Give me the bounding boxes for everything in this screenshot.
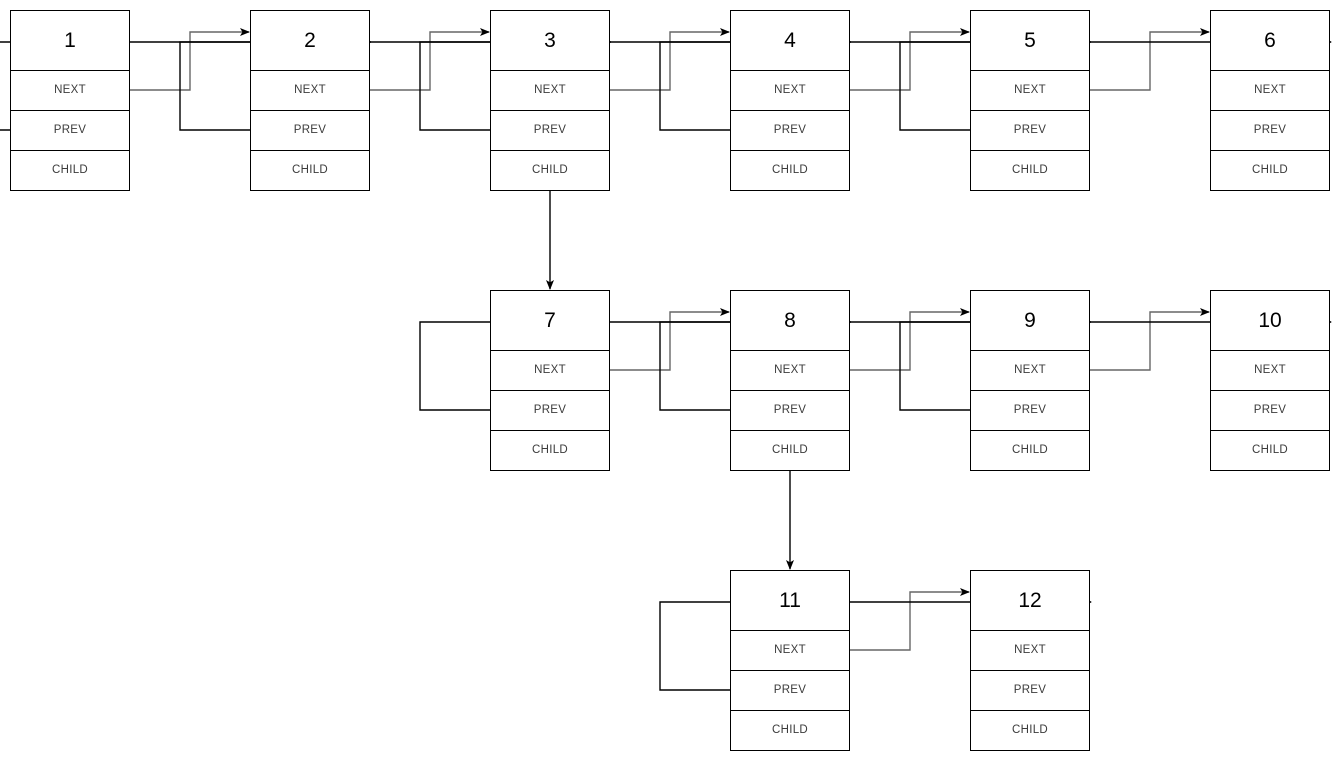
node-field-next: NEXT xyxy=(491,70,609,110)
node-1[interactable]: 1 NEXT PREV CHILD xyxy=(10,10,130,191)
node-field-child: CHILD xyxy=(1211,430,1329,470)
edge-layer xyxy=(0,28,1332,691)
node-2[interactable]: 2 NEXT PREV CHILD xyxy=(250,10,370,191)
node-field-next: NEXT xyxy=(971,630,1089,670)
edge-next-9-to-10 xyxy=(1090,308,1210,371)
node-field-child: CHILD xyxy=(971,430,1089,470)
node-label: 11 xyxy=(779,589,801,612)
node-4[interactable]: 4 NEXT PREV CHILD xyxy=(730,10,850,191)
node-field-child: CHILD xyxy=(971,710,1089,750)
node-field-prev: PREV xyxy=(1211,390,1329,430)
node-field-prev: PREV xyxy=(971,390,1089,430)
node-field-child: CHILD xyxy=(251,150,369,190)
node-field-child: CHILD xyxy=(491,150,609,190)
node-field-next: NEXT xyxy=(971,350,1089,390)
node-field-child: CHILD xyxy=(731,430,849,470)
node-field-next: NEXT xyxy=(731,350,849,390)
node-label: 5 xyxy=(1024,29,1036,52)
node-label: 9 xyxy=(1024,309,1036,332)
node-6[interactable]: 6 NEXT PREV CHILD xyxy=(1210,10,1330,191)
node-field-child: CHILD xyxy=(11,150,129,190)
edge-next-11-to-12 xyxy=(850,588,970,651)
node-field-prev: PREV xyxy=(731,110,849,150)
node-field-child: CHILD xyxy=(731,150,849,190)
node-field-prev: PREV xyxy=(1211,110,1329,150)
edge-next-5-to-6 xyxy=(1090,28,1210,91)
edge-next-2-to-3 xyxy=(370,28,490,91)
node-label: 8 xyxy=(784,309,796,332)
node-5[interactable]: 5 NEXT PREV CHILD xyxy=(970,10,1090,191)
node-field-prev: PREV xyxy=(11,110,129,150)
node-field-child: CHILD xyxy=(1211,150,1329,190)
edge-next-4-to-5 xyxy=(850,28,970,91)
node-field-prev: PREV xyxy=(731,670,849,710)
node-field-child: CHILD xyxy=(491,430,609,470)
node-field-next: NEXT xyxy=(1211,70,1329,110)
node-field-prev: PREV xyxy=(491,110,609,150)
edge-next-1-to-2 xyxy=(130,28,250,91)
edge-next-7-to-8 xyxy=(610,308,730,371)
node-label: 3 xyxy=(544,29,556,52)
edge-next-3-to-4 xyxy=(610,28,730,91)
node-label: 10 xyxy=(1258,309,1282,332)
diagram-canvas: 1 NEXT PREV CHILD 2 NEXT PREV CHILD 3 NEXT PREV CHI… xyxy=(0,0,1341,761)
node-field-prev: PREV xyxy=(971,670,1089,710)
node-field-next: NEXT xyxy=(1211,350,1329,390)
node-label: 12 xyxy=(1018,589,1042,612)
node-field-next: NEXT xyxy=(731,630,849,670)
node-3[interactable]: 3 NEXT PREV CHILD xyxy=(490,10,610,191)
node-label: 4 xyxy=(784,29,796,52)
node-label: 7 xyxy=(544,309,556,332)
node-field-prev: PREV xyxy=(251,110,369,150)
node-9[interactable]: 9 NEXT PREV CHILD xyxy=(970,290,1090,471)
node-field-next: NEXT xyxy=(971,70,1089,110)
node-12[interactable]: 12 NEXT PREV CHILD xyxy=(970,570,1090,751)
node-field-child: CHILD xyxy=(971,150,1089,190)
node-field-prev: PREV xyxy=(731,390,849,430)
node-field-child: CHILD xyxy=(731,710,849,750)
node-7[interactable]: 7 NEXT PREV CHILD xyxy=(490,290,610,471)
edge-next-8-to-9 xyxy=(850,308,970,371)
node-field-next: NEXT xyxy=(731,70,849,110)
node-field-next: NEXT xyxy=(11,70,129,110)
node-field-prev: PREV xyxy=(491,390,609,430)
node-field-next: NEXT xyxy=(251,70,369,110)
node-field-prev: PREV xyxy=(971,110,1089,150)
node-8[interactable]: 8 NEXT PREV CHILD xyxy=(730,290,850,471)
node-label: 2 xyxy=(304,29,316,52)
node-11[interactable]: 11 NEXT PREV CHILD xyxy=(730,570,850,751)
node-10[interactable]: 10 NEXT PREV CHILD xyxy=(1210,290,1330,471)
node-field-next: NEXT xyxy=(491,350,609,390)
node-label: 1 xyxy=(64,29,76,52)
node-label: 6 xyxy=(1264,29,1276,52)
